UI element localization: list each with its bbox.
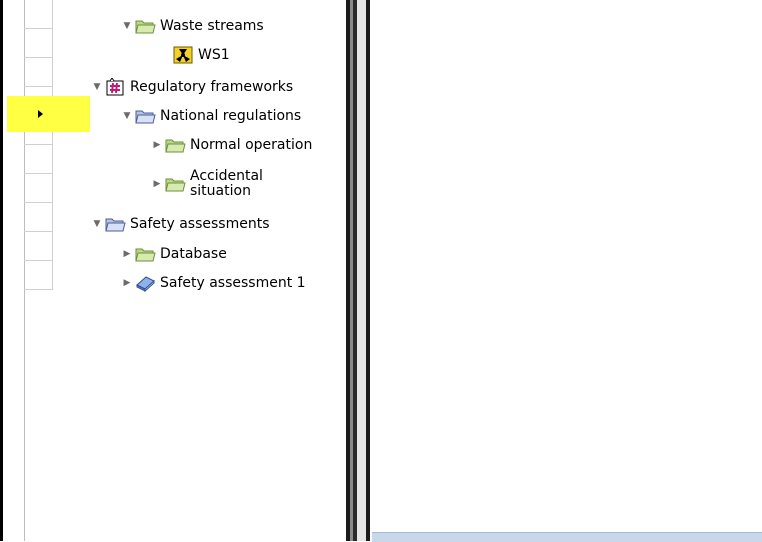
tree-node-database[interactable]: ▶ Database	[120, 244, 227, 264]
tree-node-label: Regulatory frameworks	[130, 79, 294, 95]
collapse-arrow-icon[interactable]: ▼	[90, 217, 104, 231]
tree-node-label: Safety assessment 1	[160, 275, 306, 291]
folder-icon	[164, 175, 186, 193]
expand-arrow-icon[interactable]: ▶	[120, 276, 134, 290]
book-icon	[134, 274, 156, 293]
window-left-border	[0, 0, 3, 541]
tree-node-regulatory-frameworks[interactable]: ▼ Regulatory frameworks	[90, 77, 293, 97]
tree-node-label: Database	[160, 246, 227, 262]
folder-icon	[134, 107, 156, 125]
tree-node-accidental-situation[interactable]: ▶ Accidental situation	[150, 166, 280, 202]
content-pane	[372, 0, 762, 541]
tree-node-label: Safety assessments	[130, 216, 270, 232]
gutter-cell[interactable]	[24, 232, 53, 261]
tree-node-ws1[interactable]: WS1	[172, 45, 230, 65]
row-gutter	[24, 0, 54, 298]
current-row-pointer-icon	[38, 110, 43, 118]
tree-node-label: Normal operation	[190, 137, 313, 153]
expand-arrow-icon[interactable]: ▶	[150, 177, 164, 191]
radiation-icon	[172, 46, 194, 64]
tree-view: ▼ Waste streams WS1 ▼ Regulatory framewo…	[54, 0, 344, 541]
folder-icon	[164, 136, 186, 154]
pane-splitter[interactable]	[346, 0, 372, 541]
gutter-cell[interactable]	[24, 0, 53, 29]
gutter-cell[interactable]	[24, 145, 53, 174]
gutter-cell[interactable]	[24, 174, 53, 203]
collapse-arrow-icon[interactable]: ▼	[120, 109, 134, 123]
tree-node-safety-assessments[interactable]: ▼ Safety assessments	[90, 214, 270, 234]
expand-arrow-icon[interactable]: ▶	[150, 138, 164, 152]
tree-node-label: National regulations	[160, 108, 302, 124]
expand-arrow-icon[interactable]: ▶	[120, 247, 134, 261]
tree-node-label: WS1	[198, 47, 230, 63]
folder-icon	[104, 215, 126, 233]
collapse-arrow-icon[interactable]: ▼	[120, 19, 134, 33]
folder-icon	[134, 245, 156, 263]
tree-node-label: Waste streams	[160, 18, 264, 34]
gutter-cell[interactable]	[24, 203, 53, 232]
regulation-icon	[104, 77, 126, 96]
tree-node-national-regulations[interactable]: ▼ National regulations	[120, 106, 302, 126]
tree-node-safety-assessment-1[interactable]: ▶ Safety assessment 1	[120, 273, 306, 293]
gutter-cell[interactable]	[24, 58, 53, 87]
gutter-cell[interactable]	[24, 29, 53, 58]
folder-icon	[134, 17, 156, 35]
tree-node-label: Accidental situation	[190, 168, 263, 199]
tree-node-waste-streams[interactable]: ▼ Waste streams	[120, 16, 264, 36]
collapse-arrow-icon[interactable]: ▼	[90, 80, 104, 94]
tree-node-normal-operation[interactable]: ▶ Normal operation	[150, 135, 313, 155]
gutter-cell[interactable]	[24, 261, 53, 290]
